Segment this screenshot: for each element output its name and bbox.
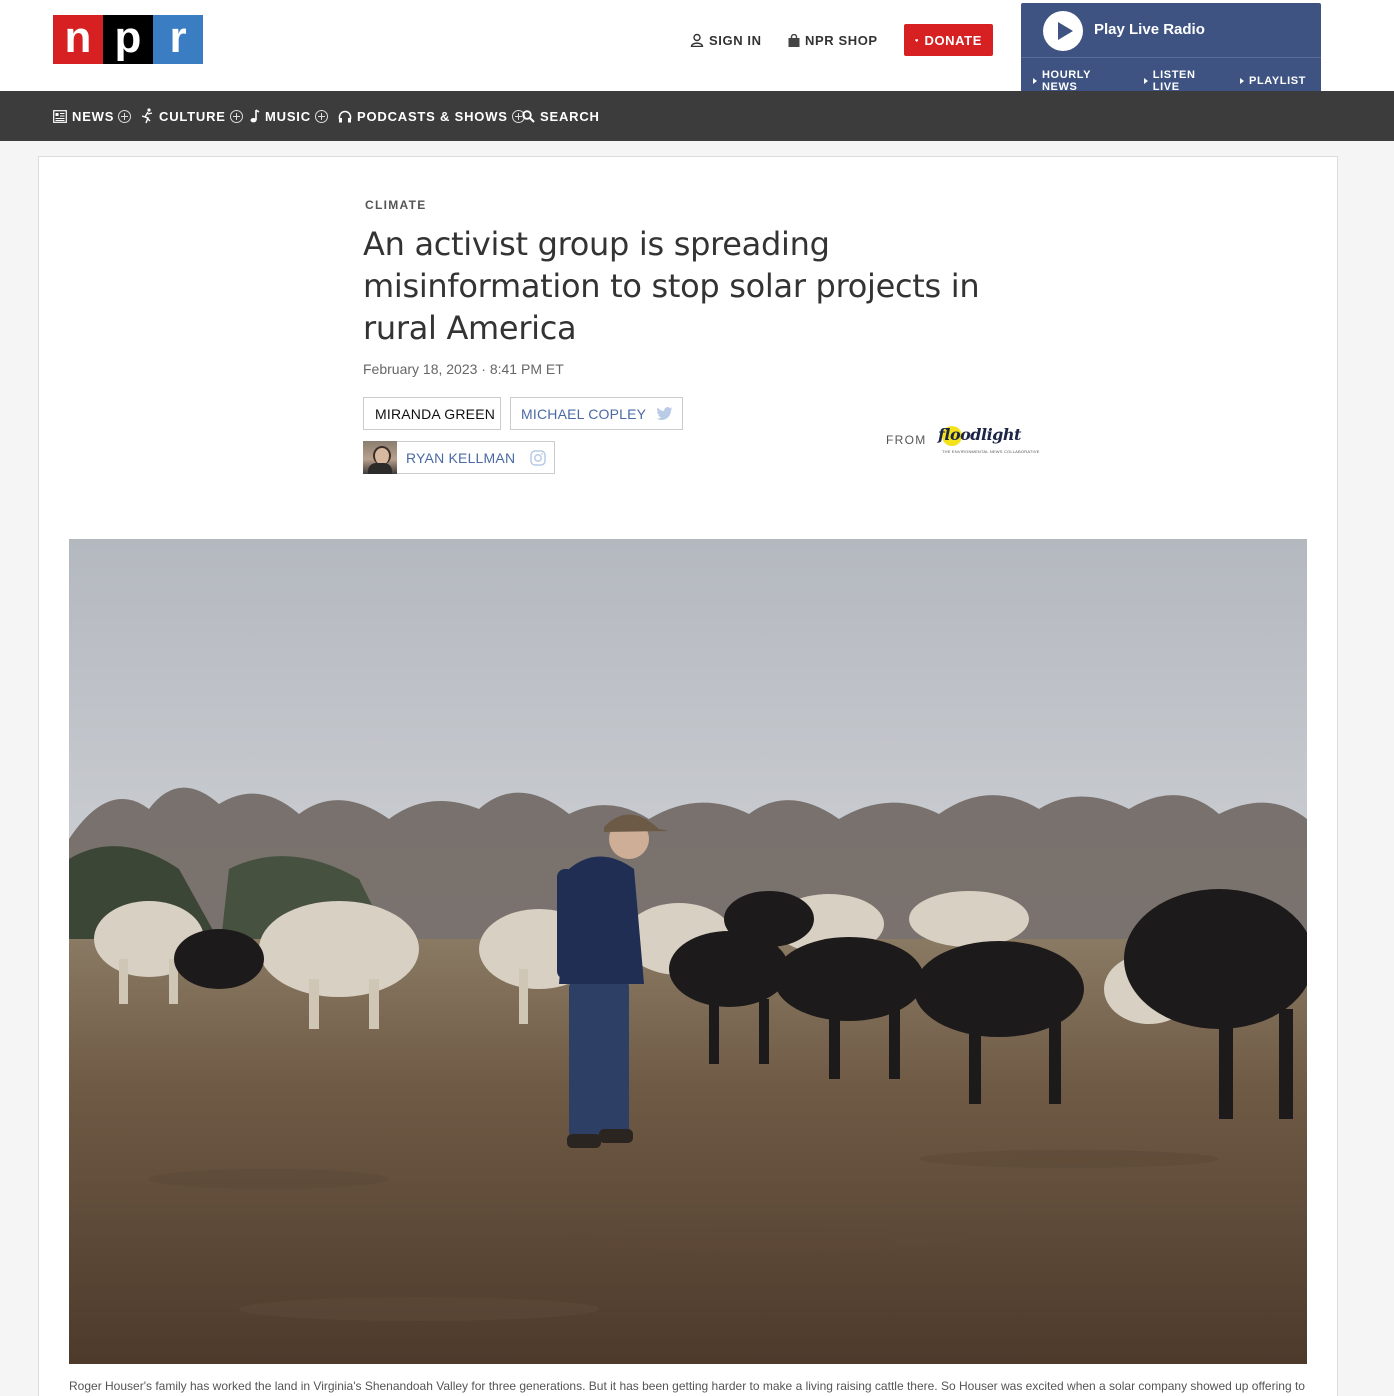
byline-ryan-kellman[interactable]: RYAN KELLMAN bbox=[363, 441, 555, 474]
instagram-icon[interactable] bbox=[530, 450, 546, 466]
nav-item-music[interactable]: MUSIC bbox=[250, 91, 328, 141]
nav-news-label: NEWS bbox=[72, 108, 115, 124]
lead-photo[interactable] bbox=[69, 539, 1307, 1364]
section-slug[interactable]: CLIMATE bbox=[365, 198, 427, 212]
farmer-cattle-photo bbox=[69, 539, 1307, 1364]
search-icon bbox=[522, 109, 535, 123]
main-nav: NEWS CULTURE MUSIC PODCASTS & SHOWS SEAR… bbox=[0, 91, 1394, 141]
heart-icon bbox=[915, 38, 919, 42]
nav-item-news[interactable]: NEWS bbox=[53, 91, 132, 141]
logo-letter-n: n bbox=[53, 15, 103, 64]
news-icon bbox=[53, 109, 67, 123]
nav-music-label: MUSIC bbox=[265, 108, 311, 124]
article-card: CLIMATE An activist group is spreading m… bbox=[38, 156, 1338, 1396]
byline-name: MICHAEL COPLEY bbox=[521, 405, 647, 422]
expand-culture-icon[interactable] bbox=[229, 109, 243, 123]
author-avatar bbox=[363, 441, 397, 474]
culture-icon bbox=[141, 108, 153, 124]
npr-shop-label: NPR SHOP bbox=[805, 32, 878, 48]
radio-links: HOURLY NEWS LISTEN LIVE PLAYLIST bbox=[1033, 69, 1321, 93]
music-note-icon bbox=[250, 109, 260, 123]
playlist-link[interactable]: PLAYLIST bbox=[1240, 69, 1306, 93]
from-label: FROM bbox=[886, 433, 927, 447]
play-icon[interactable] bbox=[1043, 11, 1083, 51]
byline-name: RYAN KELLMAN bbox=[406, 449, 516, 466]
logo-letter-r: r bbox=[153, 15, 203, 64]
play-live-radio-row[interactable]: Play Live Radio bbox=[1021, 3, 1321, 58]
sign-in-label: SIGN IN bbox=[709, 32, 762, 48]
listen-live-link[interactable]: LISTEN LIVE bbox=[1144, 69, 1225, 93]
sign-in-link[interactable]: SIGN IN bbox=[690, 24, 762, 56]
hourly-news-link[interactable]: HOURLY NEWS bbox=[1033, 69, 1129, 93]
npr-logo[interactable]: n p r bbox=[53, 15, 203, 64]
npr-shop-link[interactable]: NPR SHOP bbox=[788, 24, 878, 56]
article-dateline: February 18, 2023 · 8:41 PM ET bbox=[363, 361, 564, 377]
headphones-icon bbox=[338, 110, 352, 122]
expand-news-icon[interactable] bbox=[118, 109, 132, 123]
play-live-radio-label: Play Live Radio bbox=[1094, 21, 1205, 38]
byline-michael-copley[interactable]: MICHAEL COPLEY bbox=[510, 397, 683, 430]
twitter-icon[interactable] bbox=[656, 407, 673, 421]
expand-music-icon[interactable] bbox=[314, 109, 328, 123]
partner-name: floodlight bbox=[938, 425, 1021, 444]
floodlight-logo[interactable]: floodlight THE ENVIRONMENTAL NEWS COLLAB… bbox=[938, 423, 1039, 457]
nav-culture-label: CULTURE bbox=[159, 108, 226, 124]
nav-item-search[interactable]: SEARCH bbox=[522, 91, 600, 141]
photo-caption: Roger Houser's family has worked the lan… bbox=[69, 1379, 1305, 1393]
user-icon bbox=[690, 33, 704, 47]
shopping-bag-icon bbox=[788, 33, 800, 47]
site-header: n p r SIGN IN NPR SHOP DONATE Play Live … bbox=[0, 0, 1394, 93]
partner-tagline: THE ENVIRONMENTAL NEWS COLLABORATIVE bbox=[942, 449, 1040, 454]
byline-name: MIRANDA GREEN bbox=[375, 405, 496, 422]
nav-item-culture[interactable]: CULTURE bbox=[141, 91, 243, 141]
nav-podcasts-label: PODCASTS & SHOWS bbox=[357, 108, 508, 124]
nav-item-podcasts[interactable]: PODCASTS & SHOWS bbox=[338, 91, 525, 141]
article-headline: An activist group is spreading misinform… bbox=[363, 225, 980, 347]
donate-label: DONATE bbox=[924, 32, 982, 48]
live-radio-panel: Play Live Radio HOURLY NEWS LISTEN LIVE … bbox=[1021, 3, 1321, 93]
nav-search-label: SEARCH bbox=[540, 108, 600, 124]
byline-miranda-green: MIRANDA GREEN bbox=[363, 397, 501, 430]
logo-letter-p: p bbox=[103, 15, 153, 64]
donate-button[interactable]: DONATE bbox=[904, 24, 993, 56]
